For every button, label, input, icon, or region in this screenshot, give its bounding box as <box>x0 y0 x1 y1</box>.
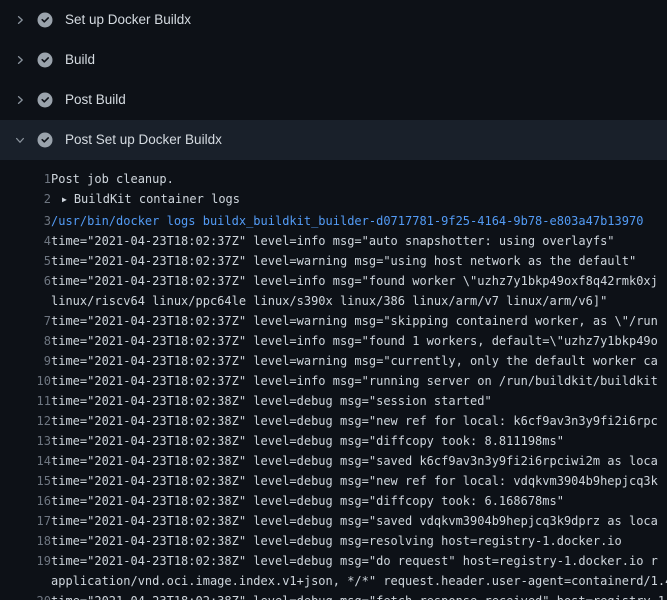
chevron-right-icon <box>13 53 27 67</box>
check-circle-icon <box>37 132 53 148</box>
check-circle-icon <box>37 12 53 28</box>
check-circle-icon <box>37 52 53 68</box>
log-line-number[interactable]: 12 <box>0 411 51 431</box>
log-line-number[interactable]: 9 <box>0 351 51 371</box>
log-line-text: application/vnd.oci.image.index.v1+json,… <box>51 571 667 591</box>
log-row: 18 ▶ time="2021-04-23T18:02:38Z" level=d… <box>0 531 667 551</box>
log-row: 10 ▶ time="2021-04-23T18:02:37Z" level=i… <box>0 371 667 391</box>
log-line-number[interactable]: 8 <box>0 331 51 351</box>
log-row: 7 ▶ time="2021-04-23T18:02:37Z" level=wa… <box>0 311 667 331</box>
log-line-text: time="2021-04-23T18:02:37Z" level=info m… <box>51 231 615 251</box>
log-line-number[interactable]: 2 <box>0 189 51 209</box>
log-line-number[interactable]: 10 <box>0 371 51 391</box>
log-line-text: time="2021-04-23T18:02:38Z" level=debug … <box>51 431 564 451</box>
log-line-number[interactable]: 18 <box>0 531 51 551</box>
log-line-text: time="2021-04-23T18:02:38Z" level=debug … <box>51 551 658 571</box>
log-line-number[interactable]: 13 <box>0 431 51 451</box>
log-line-text: time="2021-04-23T18:02:37Z" level=info m… <box>51 271 658 291</box>
check-circle-icon <box>37 92 53 108</box>
log-row: 1 ▶ Post job cleanup. <box>0 169 667 189</box>
log-line-number[interactable]: 19 <box>0 551 51 571</box>
log-row: 3 ▶ /usr/bin/docker logs buildx_buildkit… <box>0 211 667 231</box>
log-row: 19 ▶ time="2021-04-23T18:02:38Z" level=d… <box>0 551 667 571</box>
log-row: ▶ application/vnd.oci.image.index.v1+jso… <box>0 571 667 591</box>
group-toggle-icon[interactable]: ▶ <box>62 190 67 210</box>
log-row: 17 ▶ time="2021-04-23T18:02:38Z" level=d… <box>0 511 667 531</box>
log-line-text: time="2021-04-23T18:02:37Z" level=warnin… <box>51 251 636 271</box>
log-row: 12 ▶ time="2021-04-23T18:02:38Z" level=d… <box>0 411 667 431</box>
actions-log-viewer: Set up Docker Buildx Build Post Build Po… <box>0 0 667 600</box>
log-row: 16 ▶ time="2021-04-23T18:02:38Z" level=d… <box>0 491 667 511</box>
step-label: Post Set up Docker Buildx <box>65 132 222 148</box>
log-line-number[interactable]: 20 <box>0 591 51 600</box>
log-line-number[interactable]: 1 <box>0 169 51 189</box>
log-row: 11 ▶ time="2021-04-23T18:02:38Z" level=d… <box>0 391 667 411</box>
log-row: 14 ▶ time="2021-04-23T18:02:38Z" level=d… <box>0 451 667 471</box>
log-row: 13 ▶ time="2021-04-23T18:02:38Z" level=d… <box>0 431 667 451</box>
log-line-number[interactable]: 6 <box>0 271 51 291</box>
log-line-text: Post job cleanup. <box>51 169 174 189</box>
log-line-number[interactable]: 14 <box>0 451 51 471</box>
log-line-number[interactable]: 3 <box>0 211 51 231</box>
log-line-text: time="2021-04-23T18:02:38Z" level=debug … <box>51 531 622 551</box>
log-line-text: time="2021-04-23T18:02:37Z" level=warnin… <box>51 351 658 371</box>
log-row: 6 ▶ time="2021-04-23T18:02:37Z" level=in… <box>0 271 667 291</box>
log-row: 15 ▶ time="2021-04-23T18:02:38Z" level=d… <box>0 471 667 491</box>
log-line-text: time="2021-04-23T18:02:38Z" level=debug … <box>51 391 492 411</box>
chevron-right-icon <box>13 13 27 27</box>
log-line-text: time="2021-04-23T18:02:37Z" level=info m… <box>51 331 658 351</box>
log-panel: 1 ▶ Post job cleanup. 2 ▶ BuildKit conta… <box>0 160 667 600</box>
log-line-text: time="2021-04-23T18:02:37Z" level=warnin… <box>51 311 658 331</box>
log-row[interactable]: 2 ▶ BuildKit container logs <box>0 189 667 211</box>
log-line-number[interactable]: 4 <box>0 231 51 251</box>
step-label: Build <box>65 52 95 68</box>
log-line-text: time="2021-04-23T18:02:38Z" level=debug … <box>51 511 658 531</box>
log-line-text: time="2021-04-23T18:02:38Z" level=debug … <box>51 471 658 491</box>
step-label: Set up Docker Buildx <box>65 12 191 28</box>
log-row: ▶ linux/riscv64 linux/ppc64le linux/s390… <box>0 291 667 311</box>
log-line-text: time="2021-04-23T18:02:38Z" level=debug … <box>51 451 658 471</box>
log-line-number[interactable]: 7 <box>0 311 51 331</box>
step-row-build[interactable]: Build <box>0 40 667 80</box>
log-line-text: linux/riscv64 linux/ppc64le linux/s390x … <box>51 291 607 311</box>
log-line-text: time="2021-04-23T18:02:38Z" level=debug … <box>51 491 564 511</box>
log-line-text: time="2021-04-23T18:02:38Z" level=debug … <box>51 591 667 600</box>
step-row-post-set-up-docker-buildx[interactable]: Post Set up Docker Buildx <box>0 120 667 160</box>
log-row: 4 ▶ time="2021-04-23T18:02:37Z" level=in… <box>0 231 667 251</box>
log-row: 20 ▶ time="2021-04-23T18:02:38Z" level=d… <box>0 591 667 600</box>
log-row: 5 ▶ time="2021-04-23T18:02:37Z" level=wa… <box>0 251 667 271</box>
step-label: Post Build <box>65 92 126 108</box>
chevron-down-icon <box>13 133 27 147</box>
log-line-text: time="2021-04-23T18:02:37Z" level=info m… <box>51 371 658 391</box>
chevron-right-icon <box>13 93 27 107</box>
log-row: 9 ▶ time="2021-04-23T18:02:37Z" level=wa… <box>0 351 667 371</box>
log-line-text: time="2021-04-23T18:02:38Z" level=debug … <box>51 411 658 431</box>
log-line-number[interactable]: 5 <box>0 251 51 271</box>
log-line-number[interactable]: 16 <box>0 491 51 511</box>
log-line-text: /usr/bin/docker logs buildx_buildkit_bui… <box>51 211 643 231</box>
log-line-number[interactable]: 15 <box>0 471 51 491</box>
log-row: 8 ▶ time="2021-04-23T18:02:37Z" level=in… <box>0 331 667 351</box>
log-line-text: BuildKit container logs <box>74 189 240 209</box>
log-line-number[interactable]: 17 <box>0 511 51 531</box>
step-row-set-up-docker-buildx[interactable]: Set up Docker Buildx <box>0 0 667 40</box>
log-line-number[interactable]: 11 <box>0 391 51 411</box>
step-row-post-build[interactable]: Post Build <box>0 80 667 120</box>
